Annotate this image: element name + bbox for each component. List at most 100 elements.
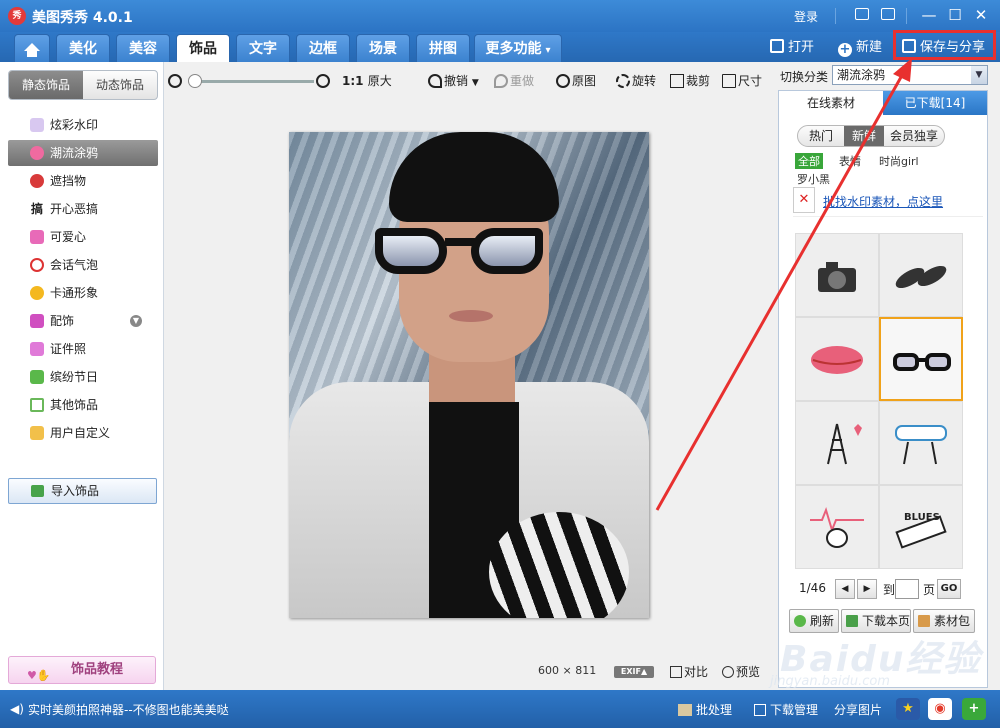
- category-select[interactable]: 潮流涂鸦 ▼: [832, 65, 988, 85]
- tab-downloaded[interactable]: 已下载[14]: [883, 91, 987, 115]
- glasses-sticker-overlay[interactable]: [375, 222, 551, 278]
- tab-scene[interactable]: 场景: [356, 34, 410, 62]
- speaker-icon[interactable]: ◀): [10, 702, 24, 716]
- dropdown-menu-icon[interactable]: [881, 8, 895, 20]
- resize-icon: [722, 74, 736, 88]
- heartbeat-icon: [810, 506, 864, 548]
- category-colorful-watermark[interactable]: 炫彩水印: [8, 112, 158, 138]
- category-user-defined[interactable]: 用户自定义: [8, 420, 158, 446]
- message-icon[interactable]: [855, 8, 869, 20]
- undo-dropdown-icon[interactable]: ▼: [472, 78, 479, 88]
- open-button[interactable]: 打开: [770, 38, 814, 58]
- qzone-star-icon[interactable]: ★: [896, 698, 920, 720]
- tab-collage[interactable]: 拼图: [416, 34, 470, 62]
- tab-frame[interactable]: 边框: [296, 34, 350, 62]
- zoom-slider[interactable]: [192, 80, 314, 83]
- undo-button[interactable]: 撤销 ▼: [428, 72, 479, 90]
- folder-icon: [770, 39, 784, 53]
- original-button[interactable]: 原图: [556, 72, 596, 90]
- sticker-shoes[interactable]: [879, 233, 963, 317]
- import-accessory-button[interactable]: 导入饰品: [8, 478, 157, 504]
- edited-photo[interactable]: [289, 132, 649, 618]
- exif-button[interactable]: EXIF▲: [614, 666, 654, 678]
- category-blocker[interactable]: 遮挡物: [8, 168, 158, 194]
- minimize-icon[interactable]: —: [918, 4, 940, 26]
- crop-button[interactable]: 裁剪: [670, 72, 710, 90]
- image-canvas[interactable]: 600 × 811 EXIF▲ 对比 预览: [164, 98, 774, 690]
- filter-fresh[interactable]: 新鲜: [844, 126, 884, 146]
- tab-home[interactable]: [14, 34, 50, 62]
- tag-emoji[interactable]: 表情: [839, 153, 861, 169]
- tag-luoxiaohei[interactable]: 罗小黑: [797, 171, 830, 187]
- share-image-label: 分享图片: [834, 703, 883, 717]
- sticker-piano-blues[interactable]: BLUES: [879, 485, 963, 569]
- zoom-out-icon[interactable]: [168, 72, 184, 90]
- weibo-icon[interactable]: ◉: [928, 698, 952, 720]
- tab-accessories[interactable]: 饰品: [176, 34, 230, 62]
- filter-vip[interactable]: 会员独享: [884, 126, 944, 146]
- close-tip-icon[interactable]: ✕: [793, 187, 815, 213]
- home-icon: [24, 43, 40, 57]
- tab-more-features[interactable]: 更多功能 ▾: [474, 34, 562, 62]
- expand-chevron-icon[interactable]: ▼: [130, 315, 142, 327]
- sticker-glasses[interactable]: [879, 317, 963, 401]
- tab-text[interactable]: 文字: [236, 34, 290, 62]
- star-outline-icon: [30, 398, 44, 412]
- tag-all[interactable]: 全部: [795, 153, 823, 169]
- heart-icon: [30, 230, 44, 244]
- tab-online-materials[interactable]: 在线素材: [779, 91, 883, 115]
- accessory-tutorial-button[interactable]: ♥✋♥ 饰品教程: [8, 656, 156, 708]
- rotate-icon: [616, 74, 630, 88]
- category-cartoon[interactable]: 卡通形象: [8, 280, 158, 306]
- page-input[interactable]: [895, 579, 919, 599]
- category-funny-spoof[interactable]: 搞开心恶搞: [8, 196, 158, 222]
- tab-beauty[interactable]: 美容: [116, 34, 170, 62]
- category-label: 炫彩水印: [50, 118, 99, 132]
- filter-hot[interactable]: 热门: [798, 126, 844, 146]
- sticker-heartbeat[interactable]: [795, 485, 879, 569]
- redo-button[interactable]: 重做: [494, 72, 534, 90]
- goto-label: 到: [883, 583, 896, 597]
- download-manager-button[interactable]: 下载管理: [754, 701, 818, 718]
- rotate-button[interactable]: 旋转: [616, 72, 656, 90]
- sticker-eiffel-tower[interactable]: [795, 401, 879, 485]
- category-speech-bubble[interactable]: 会话气泡: [8, 252, 158, 278]
- undo-icon: [428, 74, 442, 88]
- tab-beautify[interactable]: 美化: [56, 34, 110, 62]
- tag-fashion-girl[interactable]: 时尚girl: [879, 153, 919, 169]
- find-watermark-link[interactable]: 批找水印素材，点这里: [823, 193, 943, 210]
- left-panel: 静态饰品 动态饰品 炫彩水印 潮流涂鸦 遮挡物 搞开心恶搞 可爱心 会话气泡 卡…: [0, 62, 164, 708]
- batch-process-button[interactable]: 批处理: [678, 701, 732, 718]
- category-trendy-graffiti[interactable]: 潮流涂鸦: [8, 140, 158, 166]
- status-bar: ◀) 实时美颜拍照神器--不修图也能美美哒 批处理 下载管理 分享图片 ★ ◉ …: [0, 690, 1000, 728]
- category-id-photo[interactable]: 证件照: [8, 336, 158, 362]
- category-cute-heart[interactable]: 可爱心: [8, 224, 158, 250]
- next-page-icon[interactable]: ▶: [857, 579, 877, 599]
- actual-size-button[interactable]: 1:1 原大: [342, 72, 392, 90]
- zoom-in-icon[interactable]: [316, 72, 332, 90]
- close-icon[interactable]: ✕: [970, 4, 992, 26]
- category-festival[interactable]: 缤纷节日: [8, 364, 158, 390]
- new-button[interactable]: + 新建: [838, 38, 882, 58]
- go-button[interactable]: GO: [937, 579, 961, 599]
- login-link[interactable]: 登录: [794, 8, 818, 25]
- tab-dynamic-accessories[interactable]: 动态饰品: [83, 71, 157, 99]
- compare-button[interactable]: 对比: [670, 663, 708, 680]
- category-other[interactable]: 其他饰品: [8, 392, 158, 418]
- maximize-icon[interactable]: ☐: [944, 4, 966, 26]
- resize-button[interactable]: 尺寸: [722, 72, 762, 90]
- add-share-icon[interactable]: +: [962, 698, 986, 720]
- sticker-lips[interactable]: [795, 317, 879, 401]
- preview-button[interactable]: 预览: [722, 663, 760, 680]
- size-label: 尺寸: [738, 74, 763, 88]
- prev-page-icon[interactable]: ◀: [835, 579, 855, 599]
- gift-icon: [30, 370, 44, 384]
- music-sign-icon: [895, 425, 947, 465]
- image-toolbar: 1:1 原大 撤销 ▼ 重做 原图 旋转 裁剪 尺寸: [164, 62, 774, 98]
- tab-static-accessories[interactable]: 静态饰品: [9, 71, 83, 99]
- sticker-music-god[interactable]: [879, 401, 963, 485]
- promo-marquee[interactable]: 实时美颜拍照神器--不修图也能美美哒: [28, 701, 229, 718]
- zoom-slider-handle[interactable]: [188, 74, 202, 88]
- sticker-camera[interactable]: [795, 233, 879, 317]
- category-adornments[interactable]: 配饰 ▼: [8, 308, 158, 334]
